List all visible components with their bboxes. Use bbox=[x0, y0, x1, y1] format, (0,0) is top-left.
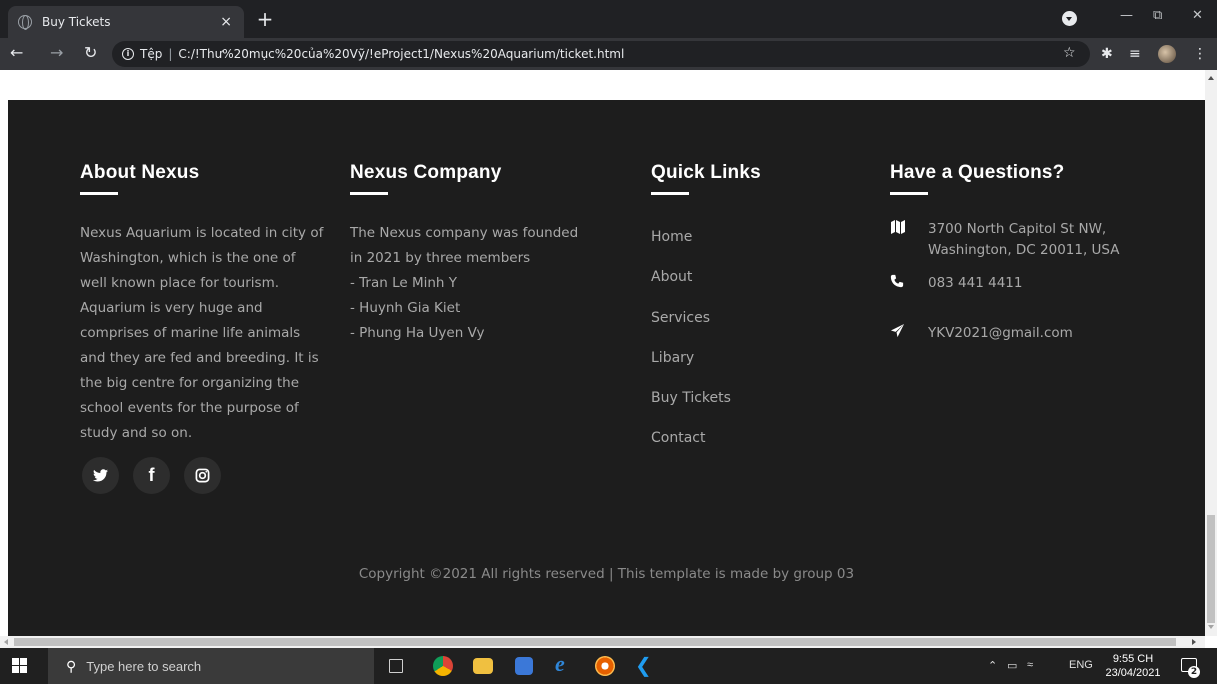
bookmark-star-icon[interactable]: ☆ bbox=[1063, 45, 1076, 61]
company-text: The Nexus company was founded in 2021 by… bbox=[350, 221, 600, 346]
minimize-button[interactable]: — bbox=[1120, 8, 1133, 23]
paper-plane-icon bbox=[890, 323, 928, 344]
internet-explorer-icon[interactable]: e bbox=[555, 651, 575, 676]
tab-close-button[interactable]: × bbox=[220, 14, 232, 30]
chrome-icon[interactable] bbox=[433, 656, 453, 676]
questions-title: Have a Questions? bbox=[890, 162, 1065, 195]
address-url[interactable]: C:/!Thư%20mục%20của%20Vỹ/!eProject1/Nexu… bbox=[178, 47, 624, 61]
company-line: The Nexus company was founded bbox=[350, 225, 579, 241]
contact-email: YKV2021@gmail.com bbox=[890, 323, 1073, 344]
store-icon[interactable] bbox=[515, 657, 533, 675]
close-window-button[interactable]: ✕ bbox=[1192, 8, 1203, 23]
company-line: in 2021 by three members bbox=[350, 250, 531, 266]
browser-toolbar: ← → ↻ i Tệp | C:/!Thư%20mục%20của%20Vỹ/!… bbox=[0, 38, 1217, 70]
browser-tab[interactable]: Buy Tickets × bbox=[8, 6, 244, 38]
facebook-button[interactable]: f bbox=[133, 457, 170, 494]
firefox-icon[interactable] bbox=[595, 656, 615, 676]
tab-search-icon[interactable] bbox=[1062, 11, 1077, 26]
twitter-button[interactable] bbox=[82, 457, 119, 494]
profile-avatar[interactable] bbox=[1158, 45, 1176, 63]
facebook-icon: f bbox=[148, 465, 155, 485]
company-member: - Huynh Gia Kiet bbox=[350, 300, 461, 316]
windows-start-button[interactable] bbox=[12, 658, 28, 674]
new-tab-button[interactable]: + bbox=[254, 8, 276, 30]
link-contact[interactable]: Contact bbox=[651, 426, 731, 466]
clock-time: 9:55 CH bbox=[1112, 653, 1154, 665]
company-title: Nexus Company bbox=[350, 162, 502, 195]
link-libary[interactable]: Libary bbox=[651, 346, 731, 386]
restore-button[interactable]: ⧉ bbox=[1153, 8, 1162, 23]
address-scheme: Tệp bbox=[140, 47, 163, 61]
instagram-icon bbox=[195, 468, 210, 483]
scroll-up-arrow[interactable] bbox=[1208, 76, 1214, 80]
horizontal-scroll-thumb[interactable] bbox=[14, 638, 1176, 646]
map-icon bbox=[890, 219, 928, 261]
scroll-right-arrow[interactable] bbox=[1192, 639, 1196, 645]
quick-links-title: Quick Links bbox=[651, 162, 761, 195]
battery-icon[interactable]: ▭ bbox=[1007, 659, 1017, 672]
taskbar-clock[interactable]: 9:55 CH 23/04/2021 bbox=[1100, 652, 1166, 680]
show-hidden-icons[interactable]: ⌃ bbox=[988, 659, 997, 672]
wifi-icon[interactable]: ≈ bbox=[1027, 659, 1033, 671]
vertical-scroll-thumb[interactable] bbox=[1207, 515, 1215, 623]
phone-icon bbox=[890, 273, 928, 294]
site-footer: About Nexus Nexus Aquarium is located in… bbox=[8, 100, 1205, 636]
clock-date: 23/04/2021 bbox=[1105, 667, 1161, 679]
address-line: Washington, DC 20011, USA bbox=[928, 242, 1120, 258]
quick-links-list: Home About Services Libary Buy Tickets C… bbox=[651, 225, 731, 467]
extensions-icon[interactable]: ✱ bbox=[1101, 46, 1113, 62]
copyright-text: Copyright ©2021 All rights reserved | Th… bbox=[358, 566, 855, 582]
file-explorer-icon[interactable] bbox=[473, 658, 493, 674]
about-title: About Nexus bbox=[80, 162, 200, 195]
address-separator: | bbox=[168, 47, 173, 61]
back-button[interactable]: ← bbox=[10, 43, 23, 62]
company-member: - Phung Ha Uyen Vy bbox=[350, 325, 485, 341]
instagram-button[interactable] bbox=[184, 457, 221, 494]
notification-badge: 2 bbox=[1188, 666, 1200, 678]
twitter-icon bbox=[93, 469, 108, 482]
browser-tab-bar: Buy Tickets × + — ⧉ ✕ bbox=[0, 0, 1217, 38]
search-icon: ⚲ bbox=[66, 657, 77, 674]
vscode-icon[interactable]: ❮ bbox=[635, 653, 655, 677]
link-services[interactable]: Services bbox=[651, 306, 731, 346]
contact-phone: 083 441 4411 bbox=[890, 273, 1022, 294]
vertical-scrollbar[interactable] bbox=[1205, 70, 1217, 636]
taskbar-search-box[interactable]: ⚲ Type here to search bbox=[48, 648, 374, 684]
tab-title: Buy Tickets bbox=[42, 15, 111, 29]
taskbar-search-placeholder: Type here to search bbox=[86, 658, 202, 674]
globe-icon bbox=[18, 15, 32, 30]
info-icon[interactable]: i bbox=[122, 48, 134, 60]
menu-icon[interactable]: ⋮ bbox=[1193, 46, 1207, 62]
reading-list-icon[interactable]: ≡ bbox=[1129, 46, 1141, 62]
link-about[interactable]: About bbox=[651, 265, 731, 305]
contact-address: 3700 North Capitol St NW, Washington, DC… bbox=[890, 219, 1120, 261]
about-text: Nexus Aquarium is located in city of Was… bbox=[80, 225, 324, 441]
language-indicator[interactable]: ENG bbox=[1069, 659, 1093, 671]
reload-button[interactable]: ↻ bbox=[84, 43, 97, 62]
scroll-left-arrow[interactable] bbox=[4, 639, 8, 645]
link-home[interactable]: Home bbox=[651, 225, 731, 265]
windows-taskbar: ⚲ Type here to search e ❮ ⌃ ▭ ≈ ENG 9:55… bbox=[0, 648, 1217, 684]
forward-button[interactable]: → bbox=[50, 43, 63, 62]
address-bar[interactable]: i Tệp | C:/!Thư%20mục%20của%20Vỹ/!eProje… bbox=[112, 41, 1090, 67]
email-address[interactable]: YKV2021@gmail.com bbox=[928, 323, 1073, 344]
task-view-icon[interactable] bbox=[389, 659, 403, 673]
company-member: - Tran Le Minh Y bbox=[350, 275, 458, 291]
address-line: 3700 North Capitol St NW, bbox=[928, 221, 1107, 237]
link-buy-tickets[interactable]: Buy Tickets bbox=[651, 386, 731, 426]
phone-number[interactable]: 083 441 4411 bbox=[928, 273, 1022, 294]
scroll-down-arrow[interactable] bbox=[1208, 625, 1214, 629]
horizontal-scrollbar[interactable] bbox=[0, 636, 1205, 648]
page-viewport: About Nexus Nexus Aquarium is located in… bbox=[0, 70, 1205, 636]
